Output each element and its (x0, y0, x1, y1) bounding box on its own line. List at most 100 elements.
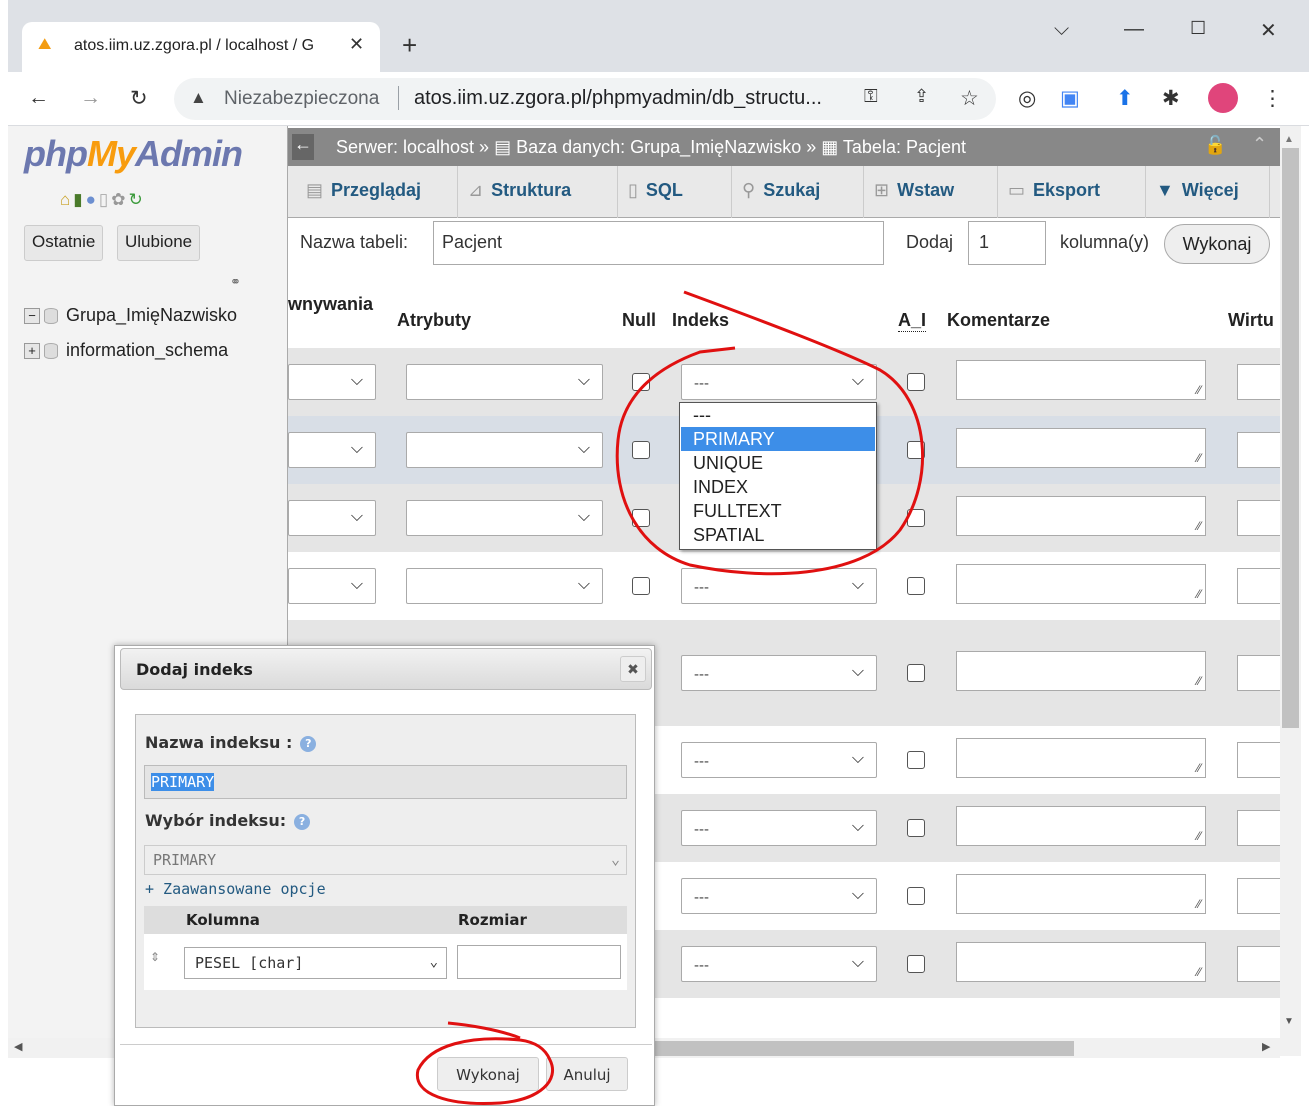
index-select[interactable]: --- ⌵ (681, 742, 877, 778)
index-option[interactable]: UNIQUE (681, 451, 875, 475)
add-columns-input[interactable]: 1 (968, 221, 1046, 265)
comments-textarea[interactable]: ⁄⁄ (956, 806, 1206, 846)
index-name-input[interactable]: PRIMARY (144, 765, 627, 799)
refresh-icon[interactable]: ↻ (129, 190, 146, 209)
collation-select[interactable]: ⌵ (288, 568, 376, 604)
null-checkbox[interactable] (632, 441, 650, 459)
close-window-icon[interactable]: ✕ (1260, 18, 1277, 43)
table-name-input[interactable]: Pacjent (433, 221, 884, 265)
comments-textarea[interactable]: ⁄⁄ (956, 651, 1206, 691)
dialog-cancel-button[interactable]: Anuluj (546, 1057, 628, 1091)
tab-structure[interactable]: ⊿ Struktura (458, 166, 618, 218)
index-dropdown-list[interactable]: --- PRIMARY UNIQUE INDEX FULLTEXT SPATIA… (679, 402, 877, 550)
index-select[interactable]: --- ⌵ (681, 655, 877, 691)
settings-icon[interactable]: ✿ (111, 190, 128, 209)
attributes-select[interactable]: ⌵ (406, 432, 603, 468)
index-option[interactable]: FULLTEXT (681, 499, 875, 523)
collapse-icon[interactable]: − (24, 308, 40, 325)
profile-avatar[interactable] (1208, 83, 1238, 113)
recent-button[interactable]: Ostatnie (24, 225, 104, 261)
null-checkbox[interactable] (632, 509, 650, 527)
extension-icon[interactable]: ◎ (1018, 86, 1036, 111)
link-icon[interactable]: ⚭ (230, 274, 241, 290)
collation-select[interactable]: ⌵ (288, 364, 376, 400)
bookmark-star-icon[interactable]: ☆ (960, 86, 979, 111)
pma-logo[interactable]: phpMyAdmin (24, 133, 243, 175)
vertical-scroll-thumb[interactable] (1282, 148, 1299, 728)
horizontal-scroll-thumb[interactable] (640, 1041, 1074, 1056)
index-size-input[interactable] (457, 945, 621, 979)
ai-checkbox[interactable] (907, 664, 925, 682)
help-icon[interactable]: ? (300, 735, 317, 752)
ai-checkbox[interactable] (907, 887, 925, 905)
forward-icon[interactable]: → (80, 86, 101, 110)
exit-icon[interactable]: ▮ (73, 190, 85, 209)
url-text[interactable]: atos.iim.uz.zgora.pl/phpmyadmin/db_struc… (414, 87, 822, 110)
reload-icon[interactable]: ↻ (130, 86, 148, 111)
index-option[interactable]: INDEX (681, 475, 875, 499)
ai-checkbox[interactable] (907, 955, 925, 973)
index-column-select[interactable]: PESEL [char] ⌄ (184, 947, 447, 979)
comments-textarea[interactable]: ⁄⁄ (956, 942, 1206, 982)
index-option[interactable]: SPATIAL (681, 523, 875, 547)
comments-textarea[interactable]: ⁄⁄ (956, 874, 1206, 914)
tab-sql[interactable]: ▯ SQL (618, 166, 732, 218)
ai-checkbox[interactable] (907, 373, 925, 391)
tab-search-icon[interactable]: ⌵ (1054, 18, 1069, 41)
db-name[interactable]: Grupa_ImięNazwisko (66, 305, 237, 325)
help-icon[interactable]: ? (294, 813, 311, 830)
home-icon[interactable]: ⌂ (60, 190, 73, 209)
comments-textarea[interactable]: ⁄⁄ (956, 496, 1206, 536)
extension-arrow-icon[interactable]: ⬆ (1116, 86, 1134, 111)
breadcrumb[interactable]: Serwer: localhost » ▤ Baza danych: Grupa… (336, 137, 966, 158)
drag-handle-icon[interactable]: ⇕ (150, 950, 160, 964)
comments-textarea[interactable]: ⁄⁄ (956, 564, 1206, 604)
favorites-button[interactable]: Ulubione (117, 225, 201, 261)
key-icon[interactable]: ⚿ (864, 86, 878, 107)
db-tree-item[interactable]: − Grupa_ImięNazwisko (24, 305, 237, 326)
comments-textarea[interactable]: ⁄⁄ (956, 428, 1206, 468)
comments-textarea[interactable]: ⁄⁄ (956, 360, 1206, 400)
tab-more[interactable]: ▼ Więcej (1146, 166, 1270, 218)
close-tab-icon[interactable]: ✕ (349, 34, 364, 55)
ai-checkbox[interactable] (907, 819, 925, 837)
index-option-selected[interactable]: PRIMARY (681, 427, 875, 451)
null-checkbox[interactable] (632, 577, 650, 595)
tab-export[interactable]: ▭ Eksport (998, 166, 1146, 218)
index-select[interactable]: --- ⌵ (681, 810, 877, 846)
scroll-left-arrow-icon[interactable]: ◀ (14, 1040, 22, 1053)
dialog-close-icon[interactable]: ✖ (620, 656, 646, 682)
new-tab-icon[interactable]: + (402, 30, 417, 61)
index-type-select[interactable]: PRIMARY ⌄ (144, 845, 627, 875)
share-icon[interactable]: ⇪ (914, 86, 929, 107)
minimize-icon[interactable]: — (1124, 18, 1144, 41)
translate-icon[interactable]: ▣ (1060, 86, 1080, 111)
collapse-sidebar-icon[interactable]: ← (292, 134, 314, 160)
ai-checkbox[interactable] (907, 441, 925, 459)
attributes-select[interactable]: ⌵ (406, 500, 603, 536)
scroll-down-arrow-icon[interactable]: ▼ (1284, 1016, 1294, 1027)
scroll-right-arrow-icon[interactable]: ▶ (1262, 1040, 1270, 1053)
index-select[interactable]: --- ⌵ (681, 364, 877, 400)
tab-browse[interactable]: ▤ Przeglądaj (296, 166, 458, 218)
attributes-select[interactable]: ⌵ (406, 568, 603, 604)
lock-icon[interactable]: 🔓 (1204, 135, 1226, 156)
warning-icon[interactable]: ▲ (190, 88, 207, 108)
menu-kebab-icon[interactable]: ⋮ (1262, 86, 1283, 111)
ai-checkbox[interactable] (907, 751, 925, 769)
ai-checkbox[interactable] (907, 509, 925, 527)
attributes-select[interactable]: ⌵ (406, 364, 603, 400)
scroll-top-icon[interactable]: ⌃ (1252, 134, 1267, 155)
maximize-icon[interactable]: ☐ (1190, 18, 1206, 39)
ai-checkbox[interactable] (907, 577, 925, 595)
db-tree-item[interactable]: + information_schema (24, 340, 228, 361)
expand-icon[interactable]: + (24, 343, 40, 360)
collation-select[interactable]: ⌵ (288, 432, 376, 468)
index-select[interactable]: --- ⌵ (681, 568, 877, 604)
db-name[interactable]: information_schema (66, 340, 228, 360)
dialog-go-button[interactable]: Wykonaj (437, 1057, 539, 1091)
docs-icon[interactable]: ▯ (99, 190, 111, 209)
null-checkbox[interactable] (632, 373, 650, 391)
advanced-options-link[interactable]: + Zaawansowane opcje (145, 880, 326, 898)
collation-select[interactable]: ⌵ (288, 500, 376, 536)
